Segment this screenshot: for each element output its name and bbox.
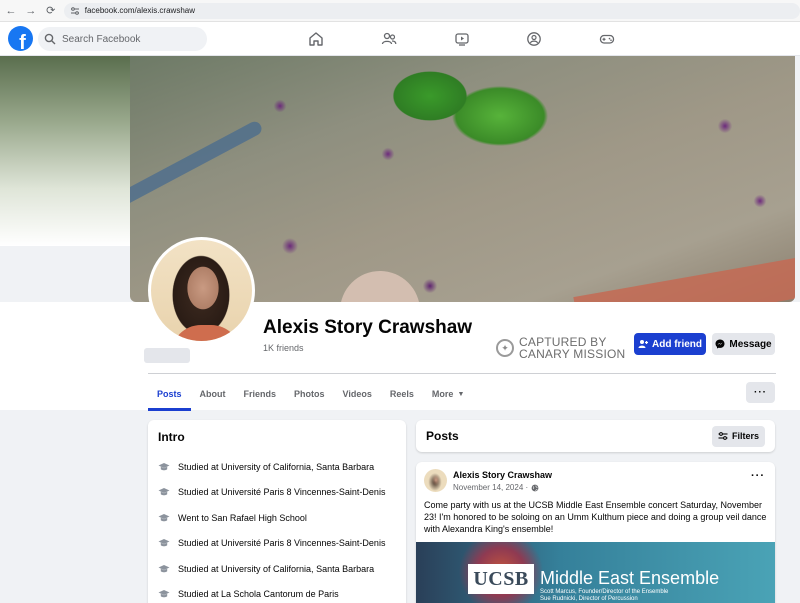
tab-photos[interactable]: Photos (285, 380, 334, 408)
post-image[interactable]: UCSB Middle East Ensemble Scott Marcus, … (416, 542, 775, 603)
globe-icon (531, 484, 539, 491)
friend-count[interactable]: 1K friends (263, 343, 304, 353)
placeholder-block (144, 348, 190, 363)
facebook-logo-icon[interactable]: f (8, 26, 33, 51)
cover-hose-shape (130, 119, 264, 207)
cover-hand-shape (340, 271, 420, 302)
graduation-cap-icon (158, 539, 170, 547)
site-info-icon[interactable] (70, 6, 80, 16)
nav-friends[interactable] (378, 28, 400, 50)
intro-item: Studied at University of California, San… (158, 556, 396, 582)
cover-side-fade (0, 56, 130, 246)
nav-watch[interactable] (451, 28, 473, 50)
posts-title: Posts (426, 429, 459, 443)
cover-brick-shape (573, 255, 795, 302)
add-friend-icon (638, 340, 648, 348)
intro-item: Studied at Université Paris 8 Vincennes-… (158, 480, 396, 506)
intro-text: Studied at Université Paris 8 Vincennes-… (178, 538, 386, 549)
graduation-cap-icon (158, 462, 170, 470)
image-title: Middle East Ensemble (540, 568, 720, 588)
graduation-cap-icon (158, 488, 170, 496)
profile-name: Alexis Story Crawshaw (263, 317, 473, 338)
graduation-cap-icon (158, 513, 170, 521)
tab-reels[interactable]: Reels (381, 380, 423, 408)
profile-avatar[interactable] (148, 237, 255, 344)
post-meta: November 14, 2024 · (453, 483, 539, 492)
home-icon (309, 32, 323, 46)
tab-more-label: More (431, 389, 454, 399)
graduation-cap-icon (158, 564, 170, 572)
search-icon (44, 33, 56, 45)
intro-text: Studied at La Schola Cantorum de Paris (178, 589, 339, 600)
search-input[interactable] (62, 33, 202, 45)
message-button[interactable]: Message (712, 333, 775, 355)
video-icon (455, 33, 469, 46)
gaming-icon (599, 34, 615, 44)
ucsb-logo: UCSB (468, 564, 534, 594)
url-text: facebook.com/alexis.crawshaw (84, 6, 195, 15)
intro-item: Studied at Université Paris 8 Vincennes-… (158, 531, 396, 557)
intro-text: Studied at University of California, San… (178, 563, 375, 574)
post-text: Come party with us at the UCSB Middle Ea… (424, 500, 767, 534)
post-date[interactable]: November 14, 2024 · (453, 483, 528, 492)
intro-card: Intro Studied at University of Californi… (148, 420, 406, 603)
image-credit-2: Sue Rudnicki, Director of Percussion (540, 596, 638, 602)
filters-icon (718, 432, 728, 440)
canary-mission-badge: ✦ CAPTURED BY CANARY MISSION (496, 336, 625, 360)
seal-icon: ✦ (496, 339, 514, 357)
profile-more-button[interactable]: ··· (746, 382, 775, 403)
filters-button[interactable]: Filters (712, 425, 765, 447)
message-label: Message (729, 338, 772, 350)
posts-header-card: Posts Filters (416, 420, 775, 452)
url-field[interactable]: facebook.com/alexis.crawshaw (63, 2, 800, 19)
intro-text: Studied at Université Paris 8 Vincennes-… (178, 487, 386, 498)
browser-address-bar: ← → ⟳ facebook.com/alexis.crawshaw (0, 0, 800, 22)
tab-videos[interactable]: Videos (334, 380, 381, 408)
add-friend-label: Add friend (652, 338, 702, 350)
tab-more[interactable]: More ▼ (423, 380, 473, 408)
ucsb-logo-text: UCSB (473, 567, 529, 590)
tab-friends[interactable]: Friends (235, 380, 286, 408)
graduation-cap-icon (158, 590, 170, 598)
intro-item: Went to San Rafael High School (158, 505, 396, 531)
tab-posts[interactable]: Posts (148, 380, 191, 411)
groups-icon (527, 32, 541, 46)
post-options-button[interactable]: ··· (751, 470, 765, 482)
nav-home[interactable] (305, 28, 327, 50)
image-credit-1: Scott Marcus, Founder/Director of the En… (540, 589, 669, 595)
profile-tabs: Posts About Friends Photos Videos Reels … (148, 380, 473, 411)
nav-groups[interactable] (523, 28, 545, 50)
post-author-name[interactable]: Alexis Story Crawshaw (453, 470, 552, 480)
facebook-top-bar: f (0, 22, 800, 56)
back-icon[interactable]: ← (2, 2, 20, 20)
search-box[interactable] (38, 27, 207, 51)
tab-about[interactable]: About (191, 380, 235, 408)
intro-title: Intro (158, 430, 185, 444)
intro-text: Went to San Rafael High School (178, 512, 307, 523)
badge-line-2: CANARY MISSION (519, 347, 626, 361)
nav-gaming[interactable] (596, 28, 618, 50)
intro-item: Studied at University of California, San… (158, 454, 396, 480)
image-credits: Scott Marcus, Founder/Director of the En… (540, 589, 668, 603)
forward-icon[interactable]: → (22, 2, 40, 20)
add-friend-button[interactable]: Add friend (634, 333, 706, 355)
messenger-icon (715, 339, 725, 349)
intro-item: Studied at La Schola Cantorum de Paris (158, 582, 396, 603)
post-author-avatar[interactable] (424, 469, 447, 492)
intro-text: Studied at University of California, San… (178, 461, 375, 472)
header-divider (148, 373, 776, 374)
filters-label: Filters (731, 431, 759, 441)
caret-down-icon: ▼ (457, 390, 465, 398)
friends-icon (381, 32, 397, 45)
reload-icon[interactable]: ⟳ (42, 2, 60, 20)
post-card: Alexis Story Crawshaw November 14, 2024 … (416, 462, 775, 603)
